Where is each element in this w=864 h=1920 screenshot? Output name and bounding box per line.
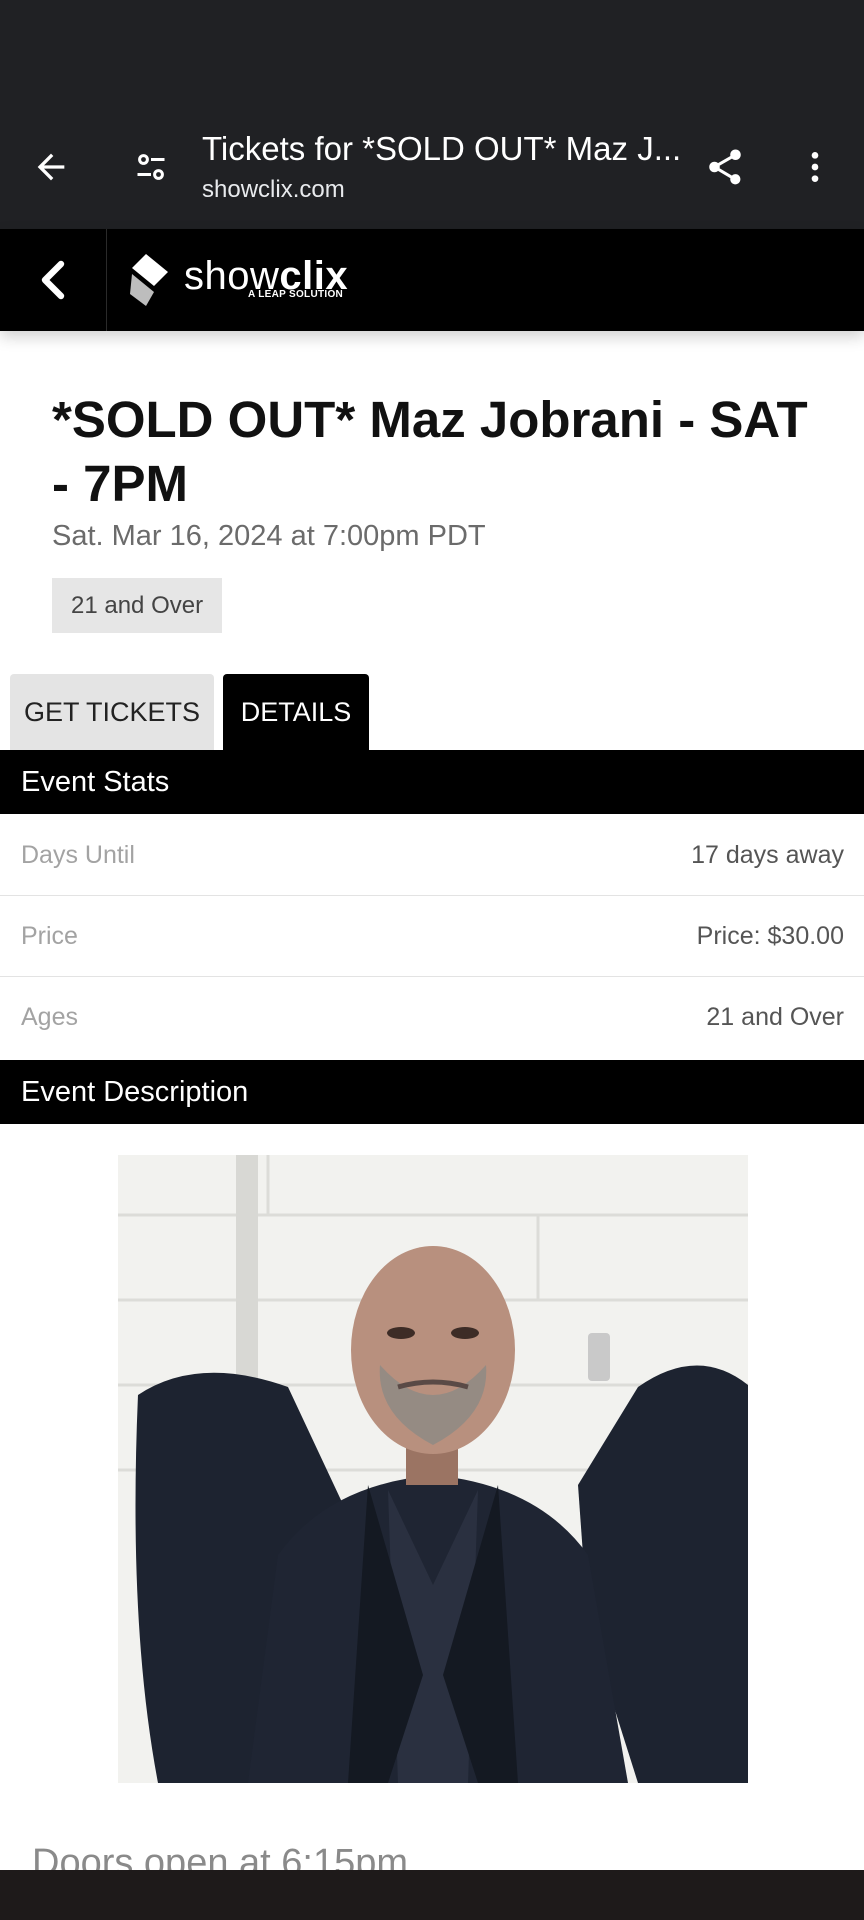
browser-toolbar: Tickets for *SOLD OUT* Maz J... showclix… bbox=[0, 112, 864, 229]
stat-value: Price: $30.00 bbox=[696, 921, 844, 950]
stat-row-price: Price Price: $30.00 bbox=[0, 896, 864, 977]
chevron-left-icon[interactable] bbox=[0, 229, 107, 331]
stat-label: Price bbox=[21, 921, 78, 950]
event-title: *SOLD OUT* Maz Jobrani - SAT - 7PM bbox=[52, 391, 808, 512]
stat-row-ages: Ages 21 and Over bbox=[0, 977, 864, 1058]
back-arrow-icon[interactable] bbox=[26, 142, 76, 192]
logo-mark-icon bbox=[130, 254, 168, 306]
status-bar bbox=[0, 0, 864, 112]
showclix-logo[interactable]: showclix A LEAP SOLUTION bbox=[128, 249, 348, 311]
stat-label: Ages bbox=[21, 1003, 78, 1031]
stat-row-days-until: Days Until 17 days away bbox=[0, 815, 864, 896]
stat-value: 21 and Over bbox=[706, 1003, 844, 1031]
logo-tagline: A LEAP SOLUTION bbox=[248, 289, 344, 300]
stat-value: 17 days away bbox=[691, 840, 844, 869]
site-header: showclix A LEAP SOLUTION bbox=[0, 229, 864, 331]
age-restriction-badge: 21 and Over bbox=[52, 578, 223, 633]
page-url[interactable]: showclix.com bbox=[202, 176, 345, 204]
performer-photo bbox=[118, 1155, 748, 1783]
tab-details[interactable]: DETAILS bbox=[223, 674, 369, 750]
page-title[interactable]: Tickets for *SOLD OUT* Maz J... bbox=[202, 130, 682, 168]
bottom-bar bbox=[0, 1870, 864, 1920]
more-options-icon[interactable] bbox=[790, 142, 840, 192]
tab-get-tickets[interactable]: GET TICKETS bbox=[10, 674, 214, 750]
stat-label: Days Until bbox=[21, 840, 135, 869]
share-icon[interactable] bbox=[700, 142, 750, 192]
event-stats-heading: Event Stats bbox=[0, 750, 864, 814]
site-settings-icon[interactable] bbox=[126, 142, 176, 192]
event-date: Sat. Mar 16, 2024 at 7:00pm PDT bbox=[52, 520, 486, 552]
event-description-heading: Event Description bbox=[0, 1060, 864, 1124]
